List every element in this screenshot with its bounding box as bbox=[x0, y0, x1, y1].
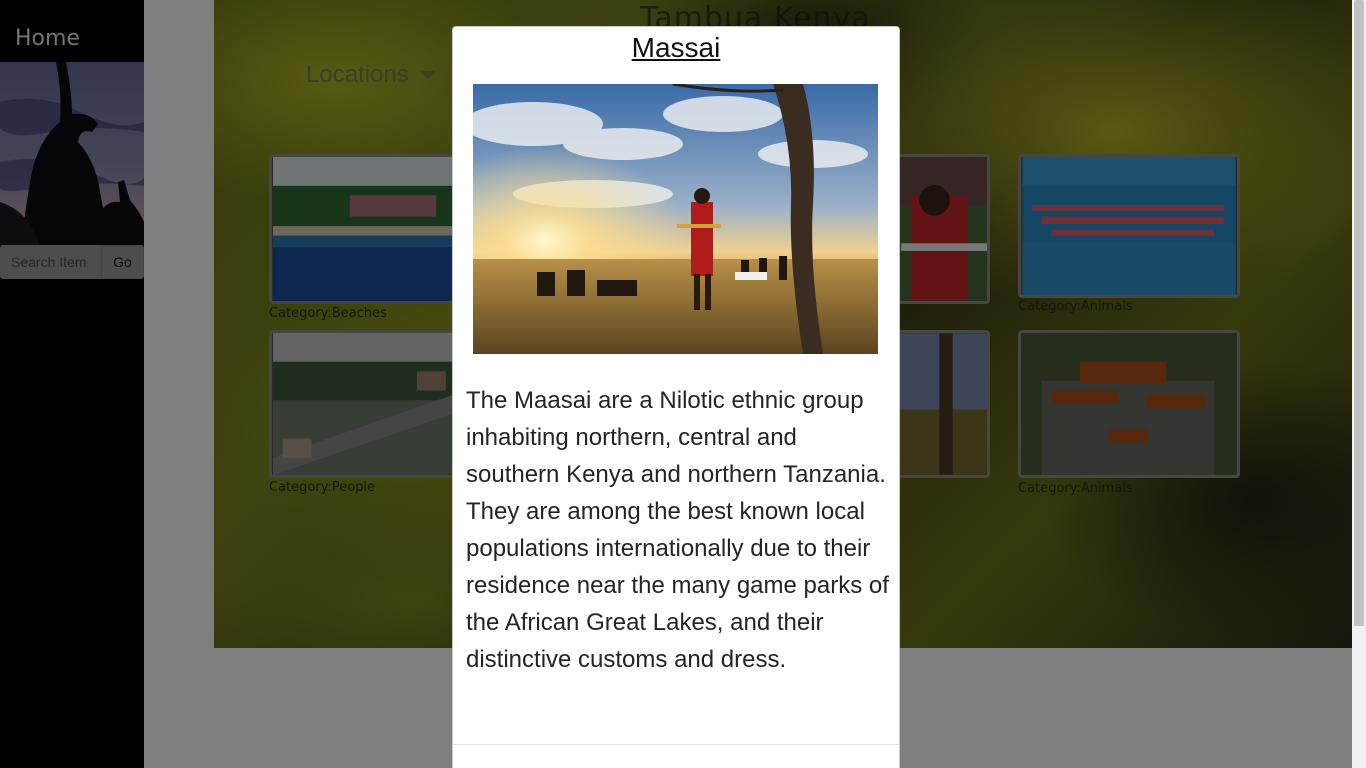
modal-description: The Maasai are a Nilotic ethnic group in… bbox=[466, 387, 889, 673]
detail-modal: Massai The Maasai are a Nilotic ethnic g… bbox=[452, 26, 900, 768]
modal-title: Massai bbox=[631, 32, 721, 63]
scrollbar-thumb[interactable] bbox=[1354, 0, 1364, 626]
massai-savanna-photo bbox=[473, 84, 878, 354]
modal-footer-divider bbox=[453, 744, 899, 745]
modal-image bbox=[473, 84, 878, 354]
page-scrollbar[interactable] bbox=[1352, 0, 1366, 768]
